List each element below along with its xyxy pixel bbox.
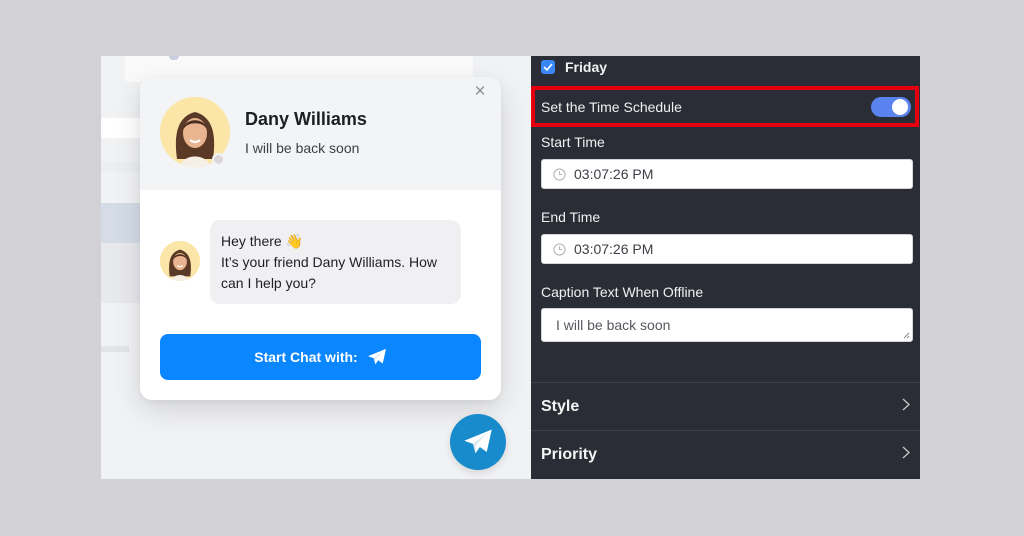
resize-handle-icon[interactable] [903,332,910,339]
telegram-plane-icon [464,429,492,454]
close-button[interactable]: × [472,82,488,101]
widget-preview-area: × Dany Williams I will be back soon Hey … [101,56,531,479]
background-strip [101,118,141,138]
caption-label: Caption Text When Offline [541,284,704,300]
welcome-message-bubble: Hey there 👋 It’s your friend Dany Willia… [210,220,461,304]
checkmark-icon [543,63,553,71]
clock-icon [553,167,566,181]
time-schedule-toggle[interactable] [871,96,911,117]
section-priority-label: Priority [541,445,598,463]
clock-icon [553,242,566,256]
friday-checkbox[interactable] [541,60,555,74]
toggle-knob [892,98,908,115]
agent-status-text: I will be back soon [245,140,360,156]
end-time-value: 03:07:26 PM [574,241,654,257]
time-schedule-label: Set the Time Schedule [541,98,682,115]
start-chat-button[interactable]: Start Chat with: [160,334,481,380]
section-style-label: Style [541,397,580,415]
start-time-value: 03:07:26 PM [574,166,654,182]
telegram-plane-icon [367,348,386,365]
background-strip [101,203,141,243]
time-schedule-row: Set the Time Schedule [531,86,919,127]
background-strip [101,243,141,303]
person-portrait-icon [160,241,200,281]
start-chat-label: Start Chat with: [254,349,358,365]
message-avatar [160,241,200,281]
chat-widget-card: × Dany Williams I will be back soon Hey … [140,77,501,400]
end-time-input[interactable]: 03:07:26 PM [541,234,913,264]
background-strip [101,346,129,352]
chevron-right-icon [902,446,910,464]
offline-status-dot [212,153,225,166]
friday-checkbox-row[interactable]: Friday [541,59,607,75]
telegram-launcher-button[interactable] [450,414,506,470]
start-time-label: Start Time [541,134,605,150]
caption-value: I will be back soon [556,317,671,333]
chevron-right-icon [902,398,910,416]
message-greeting: Hey there 👋 [221,233,304,249]
caption-textarea[interactable]: I will be back soon [541,308,913,342]
settings-panel: Friday Set the Time Schedule Start Time … [531,56,920,479]
friday-label: Friday [565,59,608,75]
chat-header: × Dany Williams I will be back soon [140,77,501,190]
screenshot-frame: × Dany Williams I will be back soon Hey … [101,56,920,479]
section-style[interactable]: Style [531,383,920,430]
end-time-label: End Time [541,209,601,225]
start-time-input[interactable]: 03:07:26 PM [541,159,913,189]
message-body: It’s your friend Dany Williams. How can … [221,254,438,291]
background-strip [101,162,141,172]
agent-name: Dany Williams [245,109,367,129]
section-priority[interactable]: Priority [531,431,920,478]
